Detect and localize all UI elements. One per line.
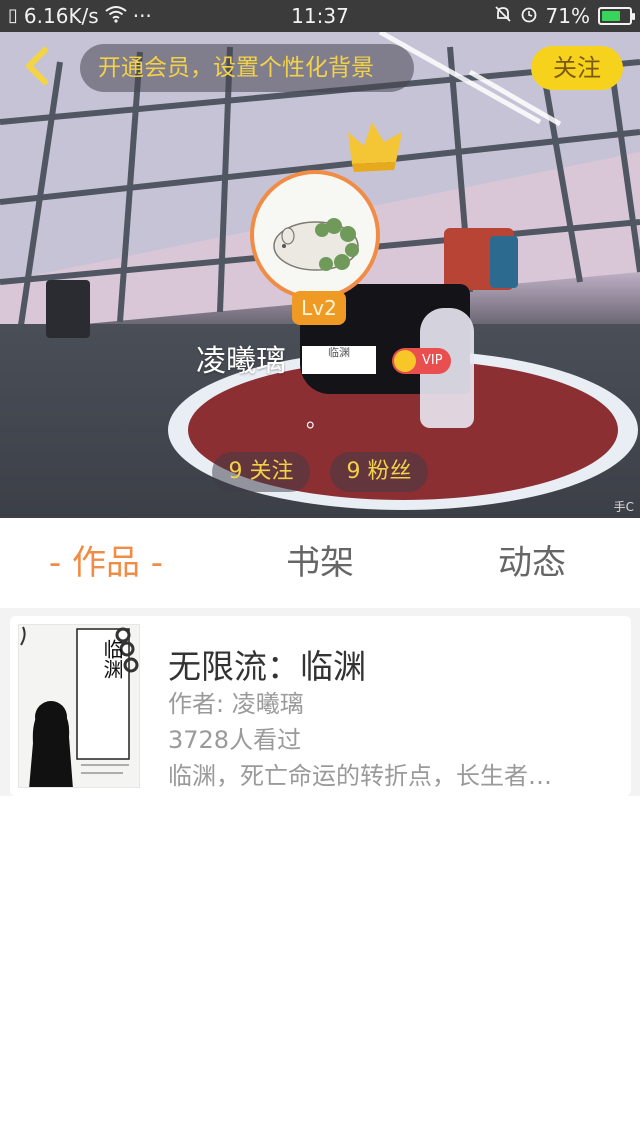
book-views: 3728人看过 [168,726,302,754]
vip-badge[interactable]: VIP [392,348,451,374]
seal-badge: 临渊 [302,346,376,374]
level-badge: Lv2 [292,291,346,325]
works-list: 临渊 无限流：临渊 作者: 凌曦璃 3728人看过 临渊，死亡命运的转折点，长生… [0,608,640,1138]
followers-count[interactable]: 9 粉丝 [330,452,428,492]
battery-icon [598,7,635,25]
book-cover[interactable]: 临渊 [18,624,140,788]
tab-bookshelf[interactable]: 书架 [240,518,400,608]
bell-muted-icon [494,5,512,27]
alarm-clock-icon [520,5,538,27]
avatar[interactable] [250,170,380,300]
status-right: 71% [494,0,635,32]
profile-tabs: - 作品 - 书架 动态 [0,518,640,608]
following-count[interactable]: 9 关注 [212,452,310,492]
chevron-left-icon [26,47,48,85]
book-card[interactable]: 临渊 无限流：临渊 作者: 凌曦璃 3728人看过 临渊，死亡命运的转折点，长生… [10,616,631,796]
book-cover-title: 临渊 [100,639,124,679]
battery-percent: 71% [545,4,590,28]
tab-activity[interactable]: 动态 [452,518,612,608]
scene-machine-blue [490,236,518,288]
seal-text: 临渊 [328,346,350,359]
vip-background-prompt[interactable]: 开通会员，设置个性化背景 [80,44,414,92]
book-author: 作者: 凌曦璃 [168,690,304,718]
scene-chair [46,280,90,338]
tab-works[interactable]: - 作品 - [26,518,186,608]
battery-fill [602,11,621,21]
watermark: 手C [613,500,634,514]
book-title[interactable]: 无限流：临渊 [168,640,366,688]
back-button[interactable] [14,44,58,88]
book-description: 临渊，死亡命运的转折点，长生者… [168,762,552,790]
profile-signature: 。 [306,408,329,433]
crown-icon [348,122,402,172]
username: 凌曦璃 [196,344,286,379]
status-bar: ▯ 6.16K/s ··· 11:37 71% [0,0,640,32]
follow-button[interactable]: 关注 [531,46,623,90]
